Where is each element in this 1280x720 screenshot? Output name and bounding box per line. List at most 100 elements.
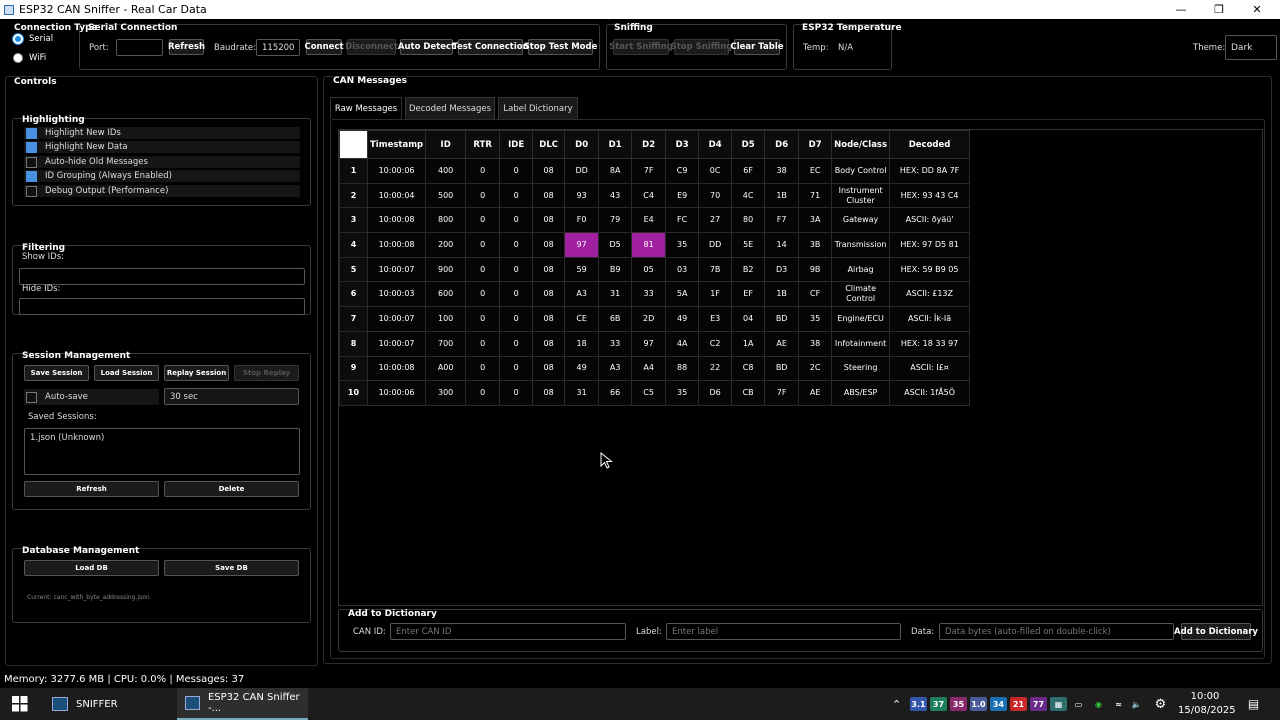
table-cell[interactable]: 0 <box>499 380 534 406</box>
table-row[interactable]: 4 10:00:08 200 0 0 08 97 D5 81 35 DD 5E 14 3B Transmis… <box>339 232 971 258</box>
theme-select[interactable]: Dark <box>1225 35 1277 60</box>
table-cell[interactable]: 70 <box>698 182 733 209</box>
table-cell[interactable]: 79 <box>598 207 633 234</box>
tray-icon-2[interactable]: 37 <box>930 697 947 711</box>
table-row[interactable]: 1 10:00:06 400 0 0 08 DD 8A 7F C9 0C 6F 38 EC Body Con… <box>339 158 971 184</box>
table-cell[interactable]: FC <box>665 207 700 234</box>
table-cell[interactable]: 5 <box>339 256 368 283</box>
table-cell[interactable]: 08 <box>532 281 566 308</box>
table-cell[interactable]: 0 <box>465 281 501 308</box>
table-cell[interactable]: 35 <box>798 306 833 332</box>
show-ids-input[interactable] <box>19 268 305 285</box>
table-cell[interactable]: HEX: 59 B9 05 <box>889 256 971 283</box>
table-cell[interactable]: A3 <box>564 281 600 308</box>
notifications-icon[interactable]: ▤ <box>1245 697 1262 711</box>
table-cell[interactable]: 71 <box>798 182 833 209</box>
taskbar-app-can-sniffer[interactable]: ESP32 CAN Sniffer -... <box>177 688 308 720</box>
saved-sessions-list[interactable]: 1.json (Unknown) <box>24 428 300 475</box>
table-cell[interactable]: 5E <box>731 232 766 258</box>
gpu-tray-icon[interactable]: ▦ <box>1050 697 1067 711</box>
table-cell[interactable]: 43 <box>598 182 633 209</box>
table-cell[interactable]: 3A <box>798 207 833 234</box>
table-cell[interactable]: 14 <box>764 232 800 258</box>
table-cell[interactable]: 0 <box>499 158 534 184</box>
load-session-button[interactable]: Load Session <box>94 365 159 381</box>
close-icon[interactable]: ✕ <box>1238 0 1276 19</box>
table-cell[interactable]: 08 <box>532 232 566 258</box>
test-connection-button[interactable]: Test Connection <box>452 39 529 55</box>
table-cell[interactable]: ASCII: I£¤ <box>889 355 971 382</box>
table-cell[interactable]: HEX: 93 43 C4 <box>889 182 971 209</box>
table-cell[interactable]: 1B <box>764 281 800 308</box>
autosave-row[interactable]: Auto-save <box>24 389 159 405</box>
table-cell[interactable]: 7B <box>698 256 733 283</box>
table-cell[interactable]: ASCII: £13Z <box>889 281 971 308</box>
column-header[interactable]: D0 <box>564 130 600 159</box>
table-cell[interactable]: 18 <box>564 330 600 357</box>
table-cell[interactable]: C9 <box>665 158 700 184</box>
table-cell[interactable]: 33 <box>631 281 667 308</box>
start-sniffing-button[interactable]: Start Sniffing <box>609 39 673 55</box>
table-cell[interactable]: 08 <box>532 355 566 382</box>
table-cell[interactable]: ABS/ESP <box>831 380 891 406</box>
table-cell[interactable]: 6B <box>598 306 633 332</box>
table-cell[interactable]: AE <box>798 380 833 406</box>
table-cell[interactable]: 6 <box>339 281 368 308</box>
table-cell[interactable]: 0 <box>499 256 534 283</box>
clock[interactable]: 10:00 15/08/2025 <box>1178 690 1236 718</box>
table-cell[interactable]: 35 <box>665 232 700 258</box>
table-row[interactable]: 7 10:00:07 100 0 0 08 CE 6B 2D 49 E3 04 BD 35 Engine/E… <box>339 306 971 332</box>
table-cell[interactable]: 10:00:08 <box>366 232 427 258</box>
clear-table-button[interactable]: Clear Table <box>731 39 784 55</box>
table-cell[interactable]: 300 <box>425 380 467 406</box>
table-cell[interactable]: DD <box>698 232 733 258</box>
table-cell[interactable]: Transmission <box>831 232 891 258</box>
table-cell[interactable]: DD <box>564 158 600 184</box>
refresh-sessions-button[interactable]: Refresh <box>24 481 159 497</box>
table-row[interactable]: 9 10:00:08 A00 0 0 08 49 A3 A4 88 22 C8 BD 2C Steering… <box>339 355 971 382</box>
chevron-up-icon[interactable]: ⌃ <box>892 698 901 711</box>
table-cell[interactable]: 10:00:08 <box>366 355 427 382</box>
table-cell[interactable]: 03 <box>665 256 700 283</box>
table-cell[interactable]: 3B <box>798 232 833 258</box>
table-cell[interactable]: 2D <box>631 306 667 332</box>
table-cell[interactable]: 1F <box>698 281 733 308</box>
load-db-button[interactable]: Load DB <box>24 560 159 576</box>
table-cell[interactable]: 38 <box>764 158 800 184</box>
table-cell[interactable]: 1B <box>764 182 800 209</box>
tray-icon-4[interactable]: 1.0 <box>970 697 987 711</box>
highlight-option-checkbox[interactable] <box>26 170 37 182</box>
table-cell[interactable]: 80 <box>731 207 766 234</box>
table-cell[interactable]: F0 <box>564 207 600 234</box>
data-input[interactable]: Data bytes (auto-filled on double-click) <box>939 623 1174 640</box>
column-header[interactable]: D2 <box>631 130 667 159</box>
table-cell[interactable]: A3 <box>598 355 633 382</box>
table-cell[interactable]: 10 <box>339 380 368 406</box>
autosave-interval-select[interactable]: 30 sec <box>164 388 299 405</box>
table-cell[interactable]: 0 <box>465 380 501 406</box>
table-cell[interactable]: 0 <box>499 182 534 209</box>
column-header[interactable]: Decoded <box>889 130 971 159</box>
table-cell[interactable]: 0 <box>465 182 501 209</box>
wifi-radio[interactable] <box>13 53 23 63</box>
table-cell[interactable]: 08 <box>532 158 566 184</box>
table-cell[interactable]: 04 <box>731 306 766 332</box>
table-cell[interactable]: 31 <box>564 380 600 406</box>
settings-gear-icon[interactable]: ⚙ <box>1152 697 1169 712</box>
table-cell[interactable]: 0 <box>499 355 534 382</box>
column-header[interactable]: Node/Class <box>831 130 891 159</box>
table-cell[interactable]: 700 <box>425 330 467 357</box>
highlight-option-row[interactable]: ID Grouping (Always Enabled) <box>24 170 300 182</box>
stop-sniffing-button[interactable]: Stop Sniffing <box>671 39 732 55</box>
column-header[interactable]: DLC <box>532 130 566 159</box>
add-to-dictionary-button[interactable]: Add to Dictionary <box>1174 623 1258 640</box>
highlight-option-checkbox[interactable] <box>26 141 37 153</box>
table-cell[interactable]: E3 <box>698 306 733 332</box>
table-cell[interactable]: 10:00:07 <box>366 330 427 357</box>
table-cell[interactable]: D5 <box>598 232 633 258</box>
column-header[interactable]: Timestamp <box>366 130 427 159</box>
save-db-button[interactable]: Save DB <box>164 560 299 576</box>
table-cell[interactable]: B9 <box>598 256 633 283</box>
column-header[interactable]: D6 <box>764 130 800 159</box>
autosave-checkbox[interactable] <box>26 391 37 403</box>
